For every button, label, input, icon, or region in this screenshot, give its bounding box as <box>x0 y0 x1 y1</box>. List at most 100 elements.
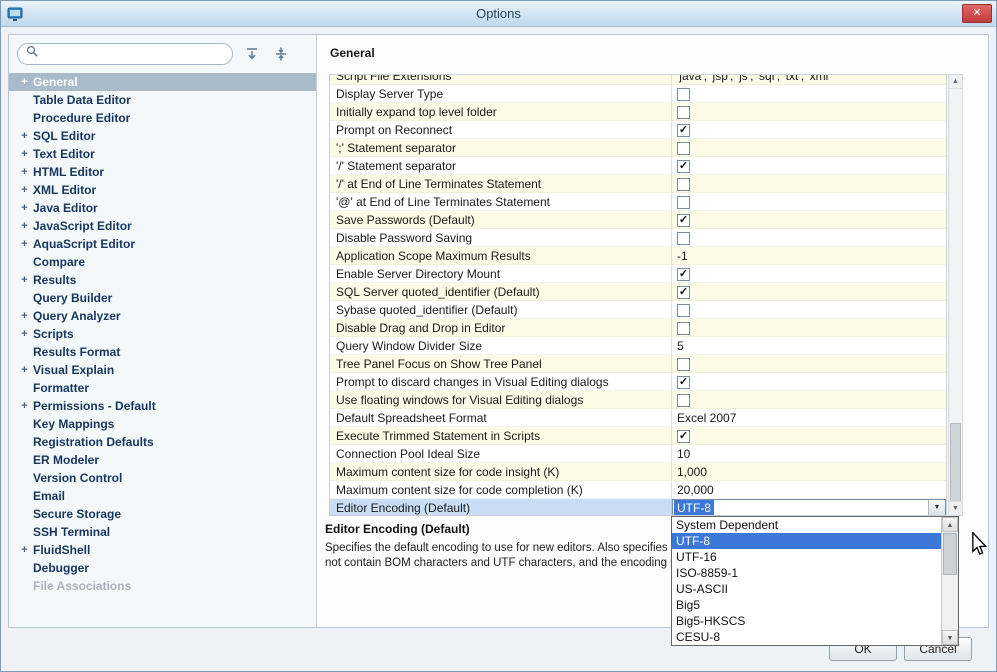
setting-value[interactable]: 1,000 <box>672 463 946 481</box>
title-bar[interactable]: Options ✕ <box>1 1 996 27</box>
sidebar-item-fluidshell[interactable]: + FluidShell <box>9 541 316 559</box>
settings-row-at-end-of-line-terminates-statement[interactable]: '/' at End of Line Terminates Statement <box>330 175 946 193</box>
settings-row-use-floating-windows-for-visual-editing-dialogs[interactable]: Use floating windows for Visual Editing … <box>330 391 946 409</box>
sidebar-item-ssh-terminal[interactable]: SSH Terminal <box>9 523 316 541</box>
settings-row-statement-separator[interactable]: '/' Statement separator ✓ <box>330 157 946 175</box>
setting-value[interactable]: 5 <box>672 337 946 355</box>
checkbox-unchecked[interactable] <box>677 177 690 191</box>
settings-row-disable-drag-and-drop-in-editor[interactable]: Disable Drag and Drop in Editor <box>330 319 946 337</box>
setting-value[interactable]: Excel 2007 <box>672 409 946 427</box>
dropdown-scrollbar[interactable]: ▲ ▼ <box>941 517 958 645</box>
settings-row-prompt-on-reconnect[interactable]: Prompt on Reconnect ✓ <box>330 121 946 139</box>
dropdown-item-system-dependent[interactable]: System Dependent <box>672 517 941 533</box>
sidebar-item-sql-editor[interactable]: + SQL Editor <box>9 127 316 145</box>
settings-row-maximum-content-size-for-code-completion-k[interactable]: Maximum content size for code completion… <box>330 481 946 499</box>
settings-row-prompt-to-discard-changes-in-visual-editing-dialogs[interactable]: Prompt to discard changes in Visual Edit… <box>330 373 946 391</box>
expander-plus-icon[interactable]: + <box>18 307 31 325</box>
dropdown-scrollbar-thumb[interactable] <box>943 533 957 575</box>
sidebar-item-table-data-editor[interactable]: Table Data Editor <box>9 91 316 109</box>
setting-value[interactable]: 20,000 <box>672 481 946 499</box>
sidebar-item-text-editor[interactable]: + Text Editor <box>9 145 316 163</box>
scrollbar-thumb[interactable] <box>950 423 961 503</box>
expander-plus-icon[interactable]: + <box>18 73 31 91</box>
sidebar-item-version-control[interactable]: Version Control <box>9 469 316 487</box>
sidebar-item-key-mappings[interactable]: Key Mappings <box>9 415 316 433</box>
checkbox-unchecked[interactable] <box>677 105 690 119</box>
dropdown-item-cesu-8[interactable]: CESU-8 <box>672 629 941 645</box>
sidebar-item-html-editor[interactable]: + HTML Editor <box>9 163 316 181</box>
dropdown-scroll-down-icon[interactable]: ▼ <box>942 630 958 645</box>
checkbox-checked[interactable]: ✓ <box>677 375 690 389</box>
dropdown-item-iso-8859-1[interactable]: ISO-8859-1 <box>672 565 941 581</box>
sidebar-item-visual-explain[interactable]: + Visual Explain <box>9 361 316 379</box>
setting-value[interactable]: 10 <box>672 445 946 463</box>
setting-value[interactable]: 'java', 'jsp', 'js', 'sql', 'txt', 'xml' <box>672 75 946 85</box>
search-box[interactable] <box>17 42 233 65</box>
checkbox-unchecked[interactable] <box>677 231 690 245</box>
checkbox-checked[interactable]: ✓ <box>677 267 690 281</box>
checkbox-checked[interactable]: ✓ <box>677 285 690 299</box>
expand-all-button[interactable] <box>271 44 291 64</box>
sidebar-item-compare[interactable]: Compare <box>9 253 316 271</box>
expander-plus-icon[interactable]: + <box>18 361 31 379</box>
dropdown-item-utf-16[interactable]: UTF-16 <box>672 549 941 565</box>
settings-row-sybase-quoted-identifier-default[interactable]: Sybase quoted_identifier (Default) <box>330 301 946 319</box>
sidebar-item-registration-defaults[interactable]: Registration Defaults <box>9 433 316 451</box>
settings-row-application-scope-maximum-results[interactable]: Application Scope Maximum Results -1 <box>330 247 946 265</box>
settings-row-query-window-divider-size[interactable]: Query Window Divider Size 5 <box>330 337 946 355</box>
settings-row-sql-server-quoted-identifier-default[interactable]: SQL Server quoted_identifier (Default) ✓ <box>330 283 946 301</box>
expander-plus-icon[interactable]: + <box>18 127 31 145</box>
checkbox-checked[interactable]: ✓ <box>677 213 690 227</box>
expander-plus-icon[interactable]: + <box>18 271 31 289</box>
dropdown-scroll-up-icon[interactable]: ▲ <box>942 517 958 532</box>
checkbox-checked[interactable]: ✓ <box>677 123 690 137</box>
sidebar-item-secure-storage[interactable]: Secure Storage <box>9 505 316 523</box>
checkbox-unchecked[interactable] <box>677 141 690 155</box>
search-input[interactable] <box>44 46 224 61</box>
checkbox-checked[interactable]: ✓ <box>677 159 690 173</box>
close-button[interactable]: ✕ <box>962 4 992 23</box>
sidebar-item-er-modeler[interactable]: ER Modeler <box>9 451 316 469</box>
checkbox-unchecked[interactable] <box>677 357 690 371</box>
scroll-up-icon[interactable]: ▲ <box>949 75 962 89</box>
sidebar-item-file-associations[interactable]: File Associations <box>9 577 316 595</box>
dropdown-item-utf-8[interactable]: UTF-8 <box>672 533 941 549</box>
settings-row-script-file-extensions[interactable]: Script File Extensions'java', 'jsp', 'js… <box>330 75 946 85</box>
combobox-dropdown-button[interactable]: ▼ <box>928 500 945 515</box>
settings-row-tree-panel-focus-on-show-tree-panel[interactable]: Tree Panel Focus on Show Tree Panel <box>330 355 946 373</box>
dropdown-item-big5-hkscs[interactable]: Big5-HKSCS <box>672 613 941 629</box>
settings-row-save-passwords-default[interactable]: Save Passwords (Default) ✓ <box>330 211 946 229</box>
sidebar-item-results-format[interactable]: Results Format <box>9 343 316 361</box>
settings-row-default-spreadsheet-format[interactable]: Default Spreadsheet Format Excel 2007 <box>330 409 946 427</box>
scroll-down-icon[interactable]: ▼ <box>949 501 962 515</box>
checkbox-unchecked[interactable] <box>677 195 690 209</box>
sidebar-item-permissions-default[interactable]: + Permissions - Default <box>9 397 316 415</box>
expander-plus-icon[interactable]: + <box>18 181 31 199</box>
settings-row-connection-pool-ideal-size[interactable]: Connection Pool Ideal Size 10 <box>330 445 946 463</box>
expander-plus-icon[interactable]: + <box>18 163 31 181</box>
checkbox-unchecked[interactable] <box>677 303 690 317</box>
sidebar-item-xml-editor[interactable]: + XML Editor <box>9 181 316 199</box>
settings-row-maximum-content-size-for-code-insight-k[interactable]: Maximum content size for code insight (K… <box>330 463 946 481</box>
dropdown-item-us-ascii[interactable]: US-ASCII <box>672 581 941 597</box>
settings-row-at-end-of-line-terminates-statement[interactable]: '@' at End of Line Terminates Statement <box>330 193 946 211</box>
sidebar-item-java-editor[interactable]: + Java Editor <box>9 199 316 217</box>
sidebar-item-javascript-editor[interactable]: + JavaScript Editor <box>9 217 316 235</box>
sidebar-item-query-analyzer[interactable]: + Query Analyzer <box>9 307 316 325</box>
expander-plus-icon[interactable]: + <box>18 397 31 415</box>
checkbox-unchecked[interactable] <box>677 321 690 335</box>
sidebar-item-procedure-editor[interactable]: Procedure Editor <box>9 109 316 127</box>
settings-row-enable-server-directory-mount[interactable]: Enable Server Directory Mount ✓ <box>330 265 946 283</box>
setting-value[interactable]: -1 <box>672 247 946 265</box>
settings-row-statement-separator[interactable]: ';' Statement separator <box>330 139 946 157</box>
expander-plus-icon[interactable]: + <box>18 145 31 163</box>
collapse-all-button[interactable] <box>242 44 262 64</box>
sidebar-item-email[interactable]: Email <box>9 487 316 505</box>
settings-row-initially-expand-top-level-folder[interactable]: Initially expand top level folder <box>330 103 946 121</box>
editor-encoding-combobox[interactable]: UTF-8 ▼ <box>672 499 946 515</box>
sidebar-item-scripts[interactable]: + Scripts <box>9 325 316 343</box>
sidebar-item-debugger[interactable]: Debugger <box>9 559 316 577</box>
settings-row-display-server-type[interactable]: Display Server Type <box>330 85 946 103</box>
expander-plus-icon[interactable]: + <box>18 541 31 559</box>
settings-row-execute-trimmed-statement-in-scripts[interactable]: Execute Trimmed Statement in Scripts ✓ <box>330 427 946 445</box>
